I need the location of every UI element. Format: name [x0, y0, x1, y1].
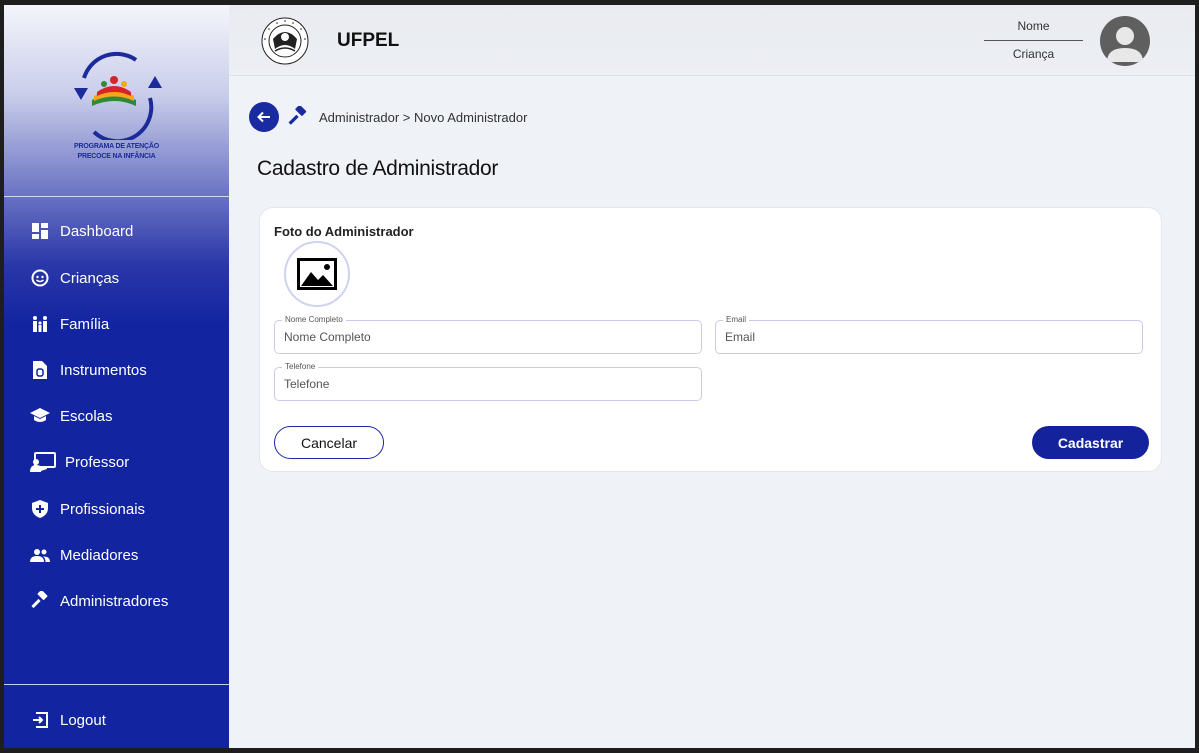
email-field: Email — [715, 315, 1143, 354]
sidebar-item-label: Escolas — [60, 407, 113, 425]
sidebar-item-label: Professor — [65, 453, 130, 471]
user-role: Criança — [1012, 47, 1055, 61]
sidebar-item-label: Mediadores — [60, 546, 139, 564]
email-input[interactable] — [725, 321, 1135, 353]
shield-plus-icon — [29, 498, 51, 520]
back-button[interactable] — [249, 102, 279, 132]
top-header: UFPEL Nome Criança — [229, 5, 1195, 76]
gavel-icon — [288, 106, 307, 125]
brand-name: UFPEL — [337, 30, 400, 51]
page-title: Cadastro de Administrador — [257, 157, 499, 180]
program-logo-icon — [74, 51, 162, 140]
phone-input[interactable] — [284, 368, 694, 400]
app-window: PROGRAMA DE ATENÇÃO PRECOCE NA INFÂNCIA … — [4, 5, 1195, 748]
sidebar-item-professor[interactable]: Professor — [4, 442, 229, 482]
sidebar: PROGRAMA DE ATENÇÃO PRECOCE NA INFÂNCIA … — [4, 5, 229, 748]
school-cap-icon — [29, 405, 51, 427]
photo-upload[interactable] — [284, 241, 350, 307]
family-icon — [29, 313, 51, 335]
user-divider — [984, 40, 1083, 41]
sidebar-item-escolas[interactable]: Escolas — [4, 396, 229, 436]
submit-button[interactable]: Cadastrar — [1032, 426, 1149, 459]
cancel-button[interactable]: Cancelar — [274, 426, 384, 459]
full-name-input[interactable] — [284, 321, 694, 353]
child-face-icon — [29, 267, 51, 289]
group-icon — [29, 544, 51, 566]
sidebar-item-administradores[interactable]: Administradores — [4, 581, 229, 621]
full-name-field: Nome Completo — [274, 315, 702, 354]
admin-form-card: Foto do Administrador Nome Completo Emai… — [259, 207, 1162, 472]
logo-text-line2: PRECOCE NA INFÂNCIA — [77, 153, 156, 160]
sidebar-divider — [4, 196, 229, 197]
phone-field: Telefone — [274, 362, 702, 401]
image-placeholder-icon — [297, 258, 337, 290]
gavel-icon — [29, 590, 51, 612]
sidebar-item-dashboard[interactable]: Dashboard — [4, 211, 229, 251]
logout-button[interactable]: Logout — [4, 700, 229, 740]
sidebar-item-label: Instrumentos — [60, 361, 147, 379]
arrow-left-icon — [257, 111, 270, 123]
user-name: Nome — [1017, 19, 1050, 33]
dashboard-icon — [29, 220, 51, 242]
sidebar-item-profissionais[interactable]: Profissionais — [4, 489, 229, 529]
breadcrumb: Administrador > Novo Administrador — [319, 110, 528, 125]
logo-text-line1: PROGRAMA DE ATENÇÃO — [74, 143, 159, 150]
logout-icon — [29, 709, 51, 731]
sidebar-item-label: Crianças — [60, 269, 120, 287]
logout-label: Logout — [60, 711, 106, 729]
avatar[interactable] — [1100, 16, 1150, 66]
university-seal-icon — [261, 17, 309, 65]
teacher-icon — [29, 451, 56, 473]
photo-label: Foto do Administrador — [274, 224, 414, 239]
sidebar-item-criancas[interactable]: Crianças — [4, 258, 229, 298]
sidebar-item-mediadores[interactable]: Mediadores — [4, 535, 229, 575]
user-avatar-icon — [1107, 27, 1143, 62]
sidebar-item-label: Dashboard — [60, 222, 134, 240]
sidebar-item-instrumentos[interactable]: Instrumentos — [4, 350, 229, 390]
sidebar-item-label: Família — [60, 315, 110, 333]
sidebar-divider — [4, 684, 229, 685]
sidebar-item-label: Administradores — [60, 592, 169, 610]
program-logo: PROGRAMA DE ATENÇÃO PRECOCE NA INFÂNCIA — [4, 5, 229, 197]
sidebar-item-familia[interactable]: Família — [4, 304, 229, 344]
document-icon — [29, 359, 51, 381]
sidebar-item-label: Profissionais — [60, 500, 146, 518]
